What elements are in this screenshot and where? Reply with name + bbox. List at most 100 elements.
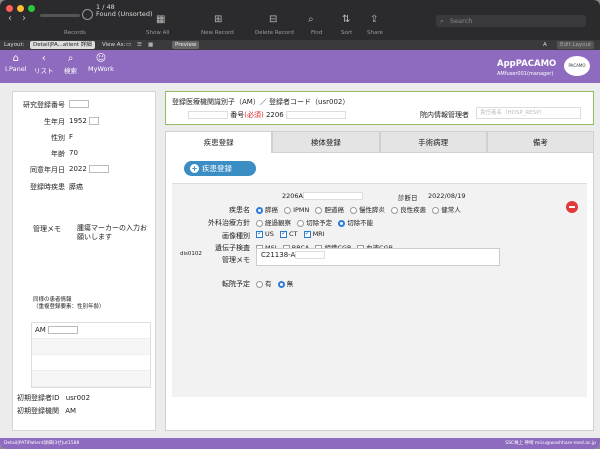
radio-observation[interactable] [256, 219, 263, 227]
radio-label: IPMN [293, 206, 310, 214]
layout-select[interactable]: Detail|PA...atient 詳細 [30, 41, 95, 49]
panel-icon: ⌂ [12, 53, 19, 64]
field-label: 年齢 [51, 150, 65, 158]
hospital-admin-input[interactable]: 責任者名（HDSP_RESP） [476, 107, 581, 119]
radio-ipmn[interactable] [284, 206, 292, 214]
disease-memo-field[interactable]: C21138-A [256, 248, 500, 266]
imaging-checkboxes: US CT MRI [252, 229, 325, 238]
app-header: ⌂ I.Panel ‹ リスト ⌕ 検索 ☺ MyWork AppPACAMO … [0, 50, 600, 83]
show-all-icon[interactable]: ▦ [156, 14, 165, 25]
tab-notes[interactable]: 備考 [486, 131, 594, 153]
registration-prefix-box[interactable] [188, 111, 228, 119]
radio-label: 健常人 [441, 206, 461, 214]
surgery-radios: 経過観察 切除予定 切除不能 [252, 217, 373, 227]
birth-month-box[interactable] [89, 117, 100, 125]
new-record-icon[interactable]: ⊞ [214, 14, 222, 25]
required-mark: (必須) [244, 111, 264, 119]
search-input[interactable]: ⌕ Search [436, 15, 586, 27]
layout-label: Layout: [4, 42, 25, 48]
view-list-icon[interactable]: ☰ [137, 40, 142, 50]
nav-ipanel[interactable]: ⌂ I.Panel [5, 53, 27, 73]
disease-name-label: 疾患名 [229, 206, 250, 214]
radio-healthy[interactable] [432, 206, 440, 214]
tab-bar: 疾患登録 検体登録 手術病理 備考 [165, 131, 594, 153]
imaging-label: 画像種別 [222, 232, 250, 240]
disease-record: dis0102 2206A 診断日 2022/08/19 疾患名 膵癌 IPMN… [172, 183, 587, 397]
find-button[interactable]: Find [311, 30, 322, 36]
pacamo-logo: PACAMO [564, 56, 590, 76]
checkbox-mri[interactable] [303, 229, 311, 238]
tab-surgery-pathology[interactable]: 手術病理 [379, 131, 487, 153]
view-form-icon[interactable]: ▭ [126, 40, 131, 50]
field-label: 登録時疾患 [30, 183, 65, 191]
memo-suffix-box [295, 251, 326, 259]
list-item[interactable] [32, 355, 150, 371]
checkbox-ct[interactable] [279, 229, 287, 238]
diagnosis-date-value[interactable]: 2022/08/19 [428, 192, 465, 200]
registration-number-box[interactable] [286, 111, 346, 119]
tab-specimen[interactable]: 検体登録 [272, 131, 380, 153]
view-as-label: View As: [102, 42, 126, 48]
find-icon[interactable]: ⌕ [308, 14, 314, 25]
footer-user-info: SSC株上 神崎 micu@washhare-med.ac.jp [505, 441, 596, 446]
zoom-window-button[interactable] [28, 5, 35, 12]
checkbox-label: CT [288, 230, 298, 238]
record-found: Found (Unsorted) [96, 10, 153, 18]
delete-record-icon[interactable]: ⊟ [269, 14, 277, 25]
initial-org-value: AM [65, 407, 77, 415]
memo-value[interactable]: 腫瘍マーカーの入力お願いします [77, 224, 152, 242]
nav-list[interactable]: ‹ リスト [34, 53, 54, 75]
edit-layout-button[interactable]: Edit Layout [557, 41, 595, 49]
toolbar: ‹ › 1 / 48 Found (Unsorted) Records ▦ Sh… [0, 0, 600, 40]
radio-pancreatic[interactable] [256, 206, 263, 214]
close-window-button[interactable] [6, 5, 13, 12]
prev-record-icon[interactable]: ‹ [8, 13, 12, 24]
sort-button[interactable]: Sort [341, 30, 352, 36]
main-panel: 登録医療機関識別子（AM）／ 登録者コード（usr002） 番号(必須) 220… [165, 91, 594, 431]
radio-transfer-yes[interactable] [256, 280, 263, 288]
delete-record-button[interactable]: Delete Record [255, 30, 294, 36]
field-label: 研究登録番号 [23, 101, 65, 109]
delete-disease-button[interactable] [566, 201, 578, 213]
radio-label: 慢性膵炎 [359, 206, 386, 214]
radio-biliary[interactable] [315, 206, 323, 214]
consent-date-box[interactable] [89, 165, 110, 173]
initial-registrant-value: usr002 [65, 394, 91, 402]
family-label: 同様の患者情報 （重複登録要素：性別年齢） [33, 297, 105, 310]
checkbox-us[interactable] [256, 229, 263, 238]
radio-benign[interactable] [391, 206, 399, 214]
share-button[interactable]: Share [367, 30, 383, 36]
show-all-button[interactable]: Show All [146, 30, 169, 36]
nav-mywork[interactable]: ☺ MyWork [88, 53, 114, 73]
minimize-window-button[interactable] [17, 5, 24, 12]
app-window: ‹ › 1 / 48 Found (Unsorted) Records ▦ Sh… [0, 0, 600, 449]
registration-number-row: 番号(必須) 2206 [188, 110, 346, 120]
new-record-button[interactable]: New Record [201, 30, 234, 36]
record-slider[interactable] [40, 14, 80, 17]
share-icon[interactable]: ⇪ [370, 14, 378, 25]
search-icon: ⌕ [67, 53, 74, 64]
radio-unresectable[interactable] [338, 219, 346, 227]
preview-button[interactable]: Preview [172, 41, 200, 49]
next-record-icon[interactable]: › [22, 13, 26, 24]
format-icon[interactable]: A [543, 40, 547, 50]
add-disease-button[interactable]: + 疾患登録 [184, 161, 256, 176]
code-box[interactable] [303, 192, 363, 200]
view-table-icon[interactable]: ▦ [148, 40, 153, 50]
field-label: 性別 [51, 134, 65, 142]
list-item[interactable]: AM [32, 323, 150, 339]
sort-icon[interactable]: ⇅ [342, 14, 350, 25]
nav-list-label: リスト [34, 67, 54, 75]
surgery-label: 外科治療方針 [208, 219, 250, 227]
list-item[interactable] [32, 339, 150, 355]
radio-chronic-pancreatitis[interactable] [350, 206, 358, 214]
radio-transfer-no[interactable] [277, 280, 285, 288]
nav-search[interactable]: ⌕ 検索 [64, 53, 77, 75]
tab-disease[interactable]: 疾患登録 [165, 131, 273, 153]
add-disease-label: 疾患登録 [202, 164, 232, 173]
field-label: 同意年月日 [30, 166, 65, 174]
research-id-value[interactable] [69, 100, 89, 108]
list-item[interactable] [32, 371, 150, 387]
disease-memo-value: C21138-A [261, 251, 296, 259]
radio-planned-resection[interactable] [297, 219, 305, 227]
